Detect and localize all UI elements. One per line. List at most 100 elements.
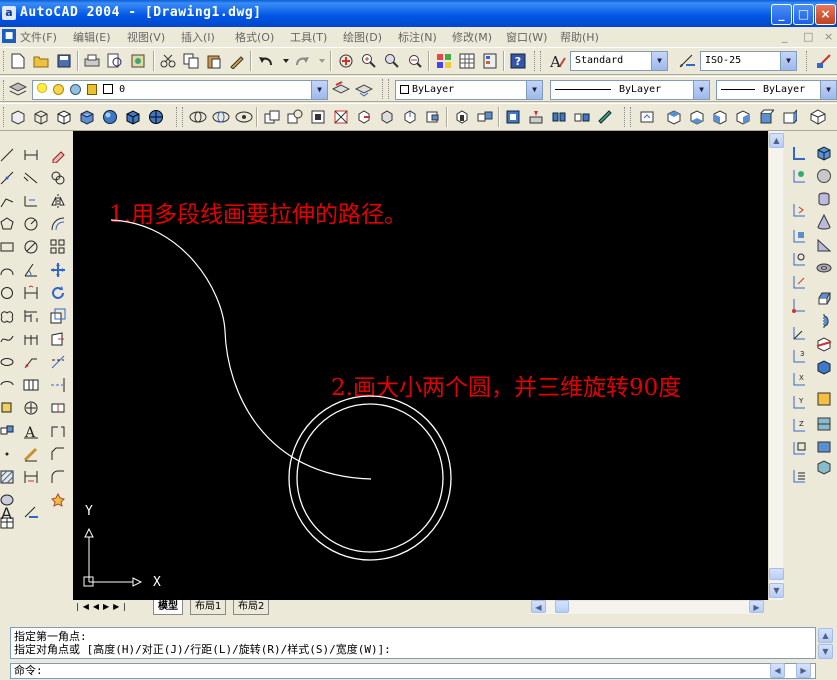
named-ucs-icon[interactable] [789, 466, 809, 486]
extrude-faces-icon[interactable] [331, 107, 351, 127]
gouraud-shaded-icon[interactable] [100, 107, 120, 127]
cylinder-solid-icon[interactable] [814, 189, 834, 209]
y-axis-rotate-ucs-icon[interactable]: Y [789, 392, 809, 412]
right-view-icon[interactable] [733, 107, 753, 127]
horizontal-scrollbar[interactable]: ◀ ▶ [531, 600, 764, 614]
maximize-button[interactable]: □ [793, 4, 814, 25]
multiline-text-icon[interactable]: A [0, 503, 15, 523]
ucs-previous-icon[interactable] [789, 200, 809, 220]
cmd-scroll-right-button[interactable]: ▶ [796, 663, 811, 678]
move-faces-icon[interactable] [354, 107, 374, 127]
rotate-faces-icon[interactable] [423, 107, 443, 127]
chevron-down-icon[interactable]: ▼ [651, 52, 667, 70]
extend-icon[interactable] [48, 375, 68, 395]
hatch-icon[interactable] [0, 467, 17, 487]
dimension-text-edit-icon[interactable] [21, 444, 41, 464]
z-axis-vector-ucs-icon[interactable] [789, 323, 809, 343]
flat-shaded-edges-icon[interactable] [123, 107, 143, 127]
section-icon[interactable] [814, 357, 834, 377]
ellipse-icon[interactable] [0, 352, 17, 372]
ucs-icon[interactable] [789, 143, 809, 163]
3d-wireframe-icon[interactable] [54, 107, 74, 127]
chevron-down-icon[interactable]: ▼ [311, 81, 327, 99]
mirror-icon[interactable] [48, 191, 68, 211]
save-icon[interactable] [54, 51, 74, 71]
chevron-down-icon[interactable]: ▼ [526, 81, 542, 99]
sw-isometric-view-icon[interactable] [808, 107, 828, 127]
linetype-select[interactable]: ByLayer ▼ [550, 80, 710, 100]
interference-icon[interactable] [814, 389, 834, 409]
setup-view-icon[interactable] [814, 437, 834, 457]
box-solid-icon[interactable] [814, 143, 834, 163]
inner-circle[interactable] [296, 403, 444, 553]
circle-icon[interactable] [0, 283, 17, 303]
chamfer-icon[interactable] [48, 444, 68, 464]
fillet-icon[interactable] [48, 467, 68, 487]
copy-icon[interactable] [181, 51, 201, 71]
revolve-icon[interactable] [814, 311, 834, 331]
origin-ucs-icon[interactable] [789, 295, 809, 315]
plot-preview-icon[interactable] [105, 51, 125, 71]
scroll-down-button[interactable]: ▼ [769, 583, 784, 598]
make-object-layer-current-icon[interactable] [331, 79, 351, 99]
chevron-down-icon[interactable]: ▼ [820, 81, 836, 99]
history-scroll-up-button[interactable]: ▲ [818, 628, 833, 643]
redo-dropdown-icon[interactable] [312, 51, 332, 71]
copy-object-icon[interactable] [48, 168, 68, 188]
imprint-icon[interactable] [526, 107, 546, 127]
undo-icon[interactable] [256, 51, 276, 71]
insert-block-icon[interactable] [0, 398, 17, 418]
scroll-thumb[interactable] [769, 568, 784, 580]
pan-realtime-icon[interactable] [336, 51, 356, 71]
layer-select[interactable]: 0 ▼ [32, 80, 328, 100]
hide-icon[interactable] [8, 107, 28, 127]
command-input[interactable]: 命令: [10, 663, 816, 679]
x-axis-rotate-ucs-icon[interactable]: X [789, 369, 809, 389]
flat-shaded-icon[interactable] [77, 107, 97, 127]
taper-faces-icon[interactable] [452, 107, 472, 127]
shell-icon[interactable] [595, 107, 615, 127]
doc-close-button[interactable]: × [824, 30, 833, 43]
print-icon[interactable] [82, 51, 102, 71]
back-view-icon[interactable] [779, 107, 799, 127]
cone-solid-icon[interactable] [814, 212, 834, 232]
dimension-style-select[interactable]: ISO-25 ▼ [700, 51, 797, 71]
publish-icon[interactable] [128, 51, 148, 71]
top-view-icon[interactable] [664, 107, 684, 127]
subtract-icon[interactable] [285, 107, 305, 127]
extrude-icon[interactable] [814, 288, 834, 308]
tab-navigation-icons[interactable]: |◀◀▶▶| [76, 602, 130, 611]
vertical-scrollbar[interactable]: ▲ ▼ [768, 131, 784, 600]
layer-manager-icon[interactable] [8, 79, 28, 99]
layer-lock-icon[interactable] [87, 83, 98, 95]
drawing-canvas[interactable]: 1.用多段线画要拉伸的路径。 2.画大小两个圆，并三维旋转90度 Y X [73, 131, 768, 600]
layer-viewport-icon[interactable] [70, 83, 82, 95]
tab-layout1[interactable]: 布局1 [190, 600, 227, 615]
intersect-icon[interactable] [308, 107, 328, 127]
gouraud-edges-icon[interactable] [146, 107, 166, 127]
linear-dimension-icon[interactable] [21, 145, 41, 165]
cut-icon[interactable] [158, 51, 178, 71]
polygon-icon[interactable] [0, 214, 17, 234]
toolbar-overflow-icon[interactable] [830, 107, 837, 127]
explode-icon[interactable] [48, 490, 68, 510]
constrained-orbit-icon[interactable] [211, 107, 231, 127]
open-file-icon[interactable] [31, 51, 51, 71]
bottom-view-icon[interactable] [687, 107, 707, 127]
point-icon[interactable] [0, 444, 17, 464]
rotate-icon[interactable] [48, 283, 68, 303]
lineweight-select[interactable]: ByLayer ▼ [716, 80, 837, 100]
angular-dimension-icon[interactable] [21, 260, 41, 280]
text-style-select[interactable]: Standard ▼ [570, 51, 668, 71]
setup-drawing-icon[interactable] [814, 414, 834, 434]
chevron-down-icon[interactable]: ▼ [693, 81, 709, 99]
baseline-dimension-icon[interactable] [21, 306, 41, 326]
orbit-icon[interactable] [188, 107, 208, 127]
properties-icon[interactable] [434, 51, 454, 71]
offset-icon[interactable] [48, 214, 68, 234]
slice-icon[interactable] [814, 334, 834, 354]
named-views-icon[interactable] [637, 107, 657, 127]
continuous-orbit-icon[interactable] [234, 107, 254, 127]
dimension-edit-icon[interactable]: A [21, 421, 41, 441]
help-icon[interactable]: ? [508, 51, 528, 71]
